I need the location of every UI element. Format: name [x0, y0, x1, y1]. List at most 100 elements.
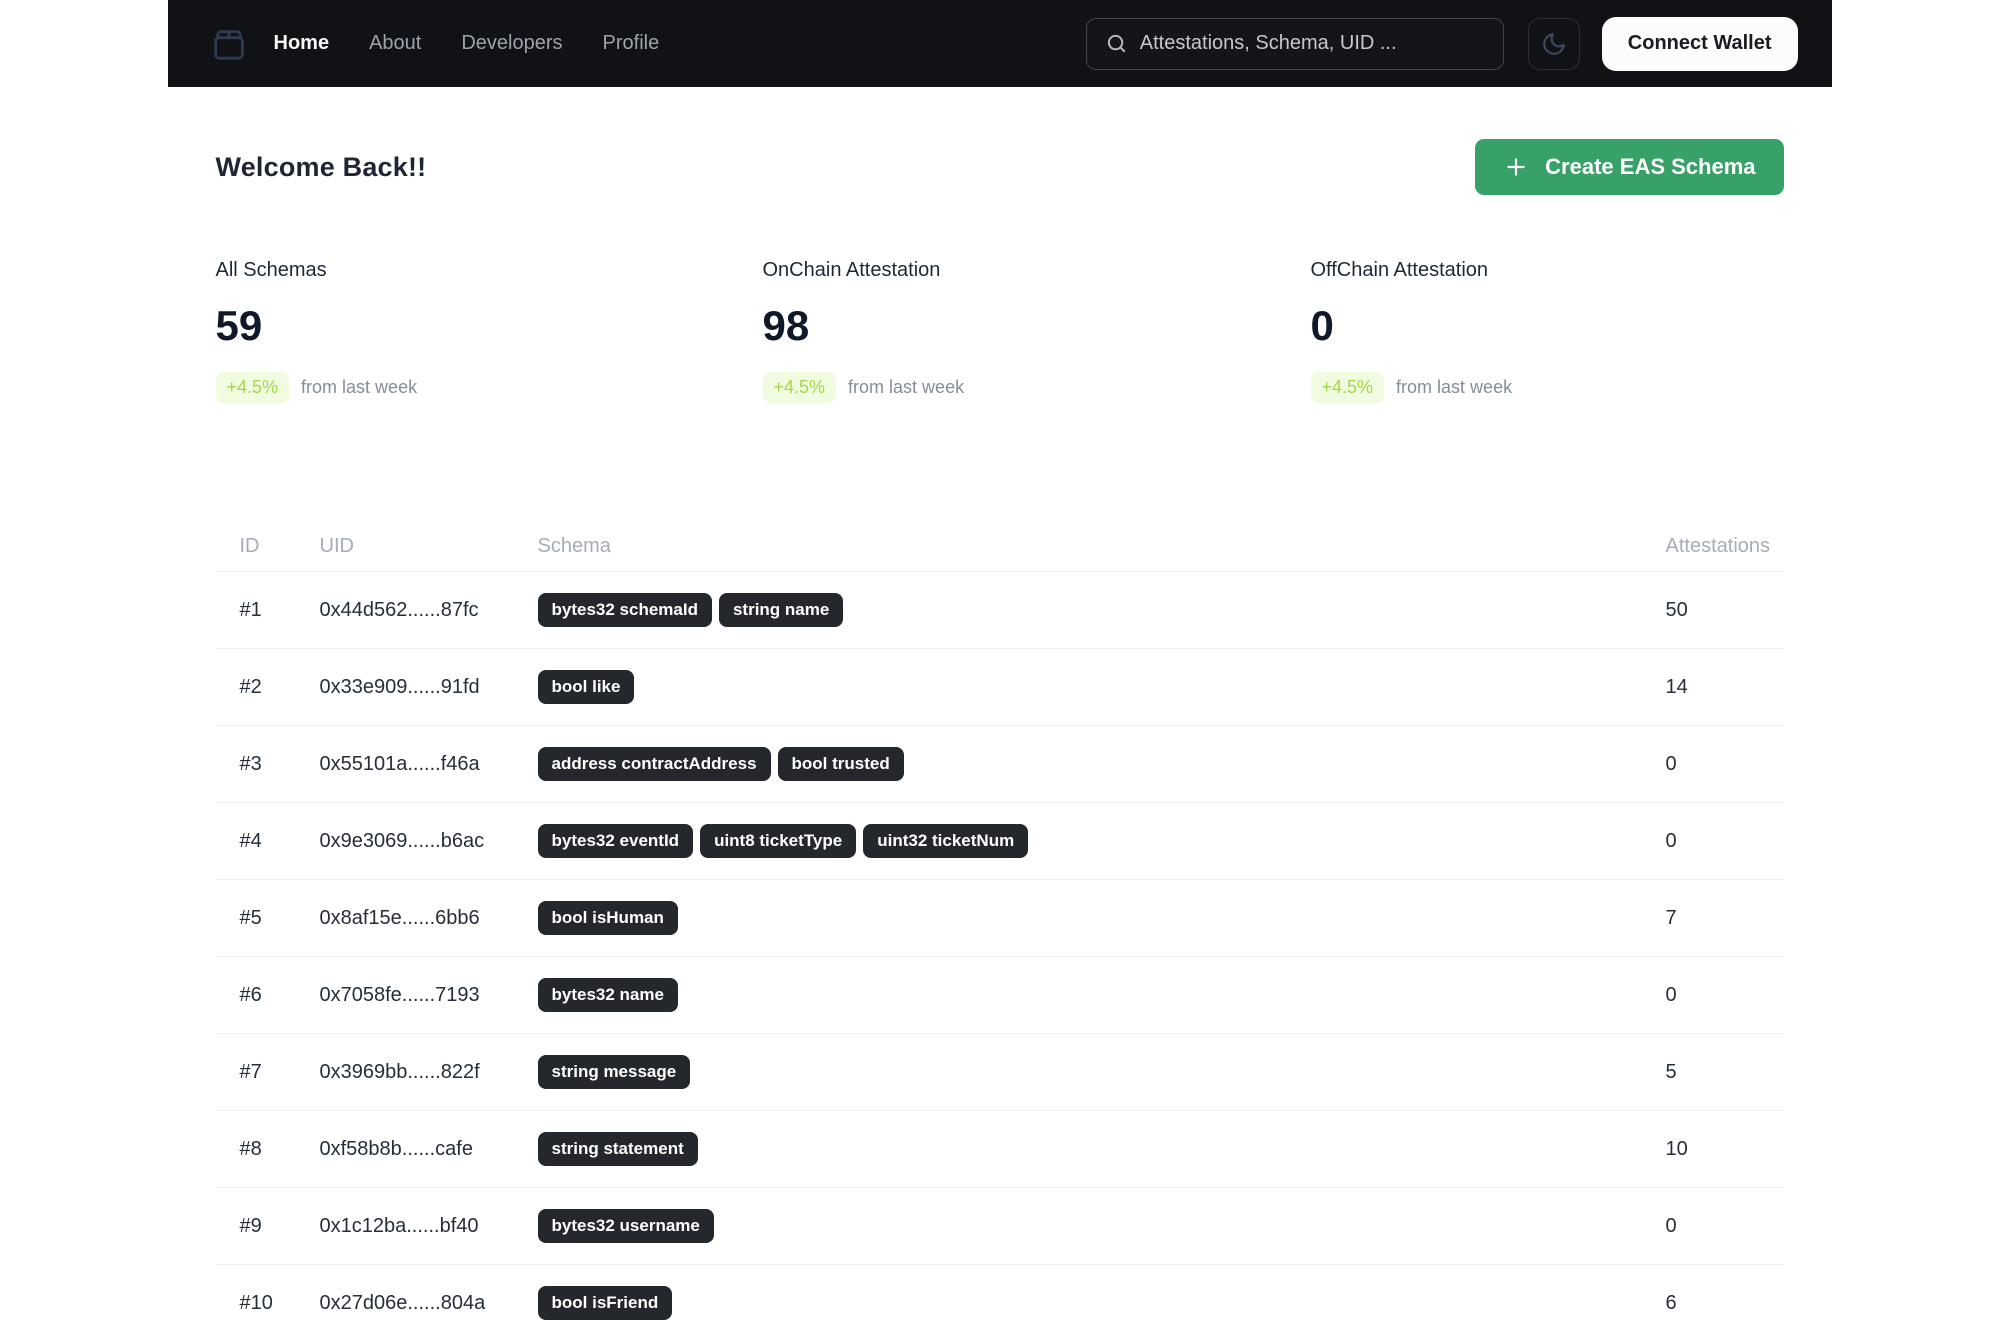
main-content: Welcome Back!! Create EAS Schema All Sch…: [168, 139, 1832, 1341]
stat-card-all-schemas: All Schemas 59 +4.5% from last week: [215, 259, 763, 403]
row-schema: bool isFriend: [537, 1286, 1666, 1320]
nav-item-developers[interactable]: Developers: [461, 32, 562, 55]
plus-icon: [1503, 154, 1529, 180]
stats-row: All Schemas 59 +4.5% from last week OnCh…: [215, 259, 1784, 403]
nav-links: Home About Developers Profile: [274, 32, 660, 55]
row-id: #8: [239, 1137, 262, 1160]
table-row[interactable]: #3 0x55101a......f46a address contractAd…: [215, 725, 1784, 802]
nav-item-profile[interactable]: Profile: [603, 32, 660, 55]
schema-badge: bool isFriend: [537, 1286, 673, 1320]
stat-label: All Schemas: [215, 259, 327, 281]
stat-note: from last week: [301, 377, 418, 397]
schemas-table: ID UID Schema Attestations #1 0x44d562..…: [215, 521, 1784, 1341]
stat-note: from last week: [1396, 377, 1513, 397]
table-row[interactable]: #8 0xf58b8b......cafe string statement 1…: [215, 1110, 1784, 1187]
row-schema: string message: [537, 1055, 1666, 1089]
schema-badge: bool trusted: [777, 747, 904, 781]
row-uid: 0x44d562......87fc: [319, 598, 479, 621]
row-schema: bool isHuman: [537, 901, 1666, 935]
table-row[interactable]: #9 0x1c12ba......bf40 bytes32 username 0: [215, 1187, 1784, 1264]
schema-badge: bytes32 name: [537, 978, 678, 1012]
stat-label: OnChain Attestation: [762, 259, 941, 281]
create-eas-schema-button[interactable]: Create EAS Schema: [1475, 139, 1784, 195]
row-schema: address contractAddress bool trusted: [537, 747, 1666, 781]
row-id: #7: [239, 1060, 262, 1083]
schema-badge: bytes32 username: [537, 1209, 714, 1243]
nav-item-home[interactable]: Home: [274, 32, 330, 55]
row-uid: 0x3969bb......822f: [319, 1060, 480, 1083]
column-header-id: ID: [239, 534, 260, 557]
schema-badge: address contractAddress: [537, 747, 771, 781]
row-id: #9: [239, 1214, 262, 1237]
row-schema: bool like: [537, 670, 1666, 704]
row-schema: bytes32 eventId uint8 ticketType uint32 ti…: [537, 824, 1666, 858]
delta-badge: +4.5%: [762, 372, 837, 403]
row-uid: 0x33e909......91fd: [319, 675, 480, 698]
stat-value: 98: [762, 302, 810, 349]
stat-value: 0: [1310, 302, 1334, 349]
delta-badge: +4.5%: [1310, 372, 1385, 403]
theme-toggle-button[interactable]: [1527, 17, 1580, 70]
delta-badge: +4.5%: [215, 372, 290, 403]
row-attestations: 10: [1665, 1137, 1688, 1160]
package-icon: [209, 24, 249, 64]
table-body: #1 0x44d562......87fc bytes32 schemaId st…: [215, 571, 1784, 1341]
row-attestations: 0: [1665, 983, 1677, 1006]
row-id: #2: [239, 675, 262, 698]
schema-badge: string name: [718, 593, 844, 627]
stat-card-offchain-attestation: OffChain Attestation 0 +4.5% from last w…: [1310, 259, 1784, 403]
schema-badge: bytes32 eventId: [537, 824, 694, 858]
row-attestations: 0: [1665, 1214, 1677, 1237]
table-row[interactable]: #2 0x33e909......91fd bool like 14: [215, 648, 1784, 725]
row-schema: bytes32 schemaId string name: [537, 593, 1666, 627]
column-header-attestations: Attestations: [1665, 534, 1771, 557]
stat-value: 59: [215, 302, 263, 349]
create-button-label: Create EAS Schema: [1545, 154, 1756, 179]
row-schema: string statement: [537, 1132, 1666, 1166]
row-uid: 0x27d06e......804a: [319, 1291, 486, 1314]
row-id: #1: [239, 598, 262, 621]
table-row[interactable]: #4 0x9e3069......b6ac bytes32 eventId uin…: [215, 802, 1784, 879]
row-attestations: 0: [1665, 829, 1677, 852]
row-id: #4: [239, 829, 262, 852]
row-uid: 0x1c12ba......bf40: [319, 1214, 479, 1237]
table-header: ID UID Schema Attestations: [216, 521, 1784, 571]
row-uid: 0x55101a......f46a: [319, 752, 480, 775]
row-attestations: 6: [1665, 1291, 1677, 1314]
schema-badge: string statement: [537, 1132, 698, 1166]
table-row[interactable]: #1 0x44d562......87fc bytes32 schemaId st…: [215, 571, 1784, 648]
search-icon: [1105, 32, 1128, 55]
table-row[interactable]: #10 0x27d06e......804a bool isFriend 6: [215, 1264, 1784, 1341]
row-attestations: 7: [1665, 906, 1677, 929]
app-logo[interactable]: [208, 23, 250, 65]
row-schema: bytes32 username: [537, 1209, 1666, 1243]
navbar: Home About Developers Profile Connect Wa…: [167, 0, 1832, 87]
row-uid: 0x9e3069......b6ac: [319, 829, 485, 852]
stat-card-onchain-attestation: OnChain Attestation 98 +4.5% from last w…: [762, 259, 1311, 403]
column-header-uid: UID: [319, 534, 354, 557]
table-row[interactable]: #7 0x3969bb......822f string message 5: [215, 1033, 1784, 1110]
connect-wallet-button[interactable]: Connect Wallet: [1601, 16, 1798, 71]
row-uid: 0x7058fe......7193: [319, 983, 480, 1006]
page-title: Welcome Back!!: [215, 151, 427, 182]
search-box[interactable]: [1085, 17, 1504, 70]
app-shell: Home About Developers Profile Connect Wa…: [167, 0, 1832, 1341]
search-input[interactable]: [1139, 32, 1485, 55]
row-attestations: 14: [1665, 675, 1688, 698]
schema-badge: uint32 ticketNum: [863, 824, 1029, 858]
row-id: #5: [239, 906, 262, 929]
moon-icon: [1541, 31, 1567, 57]
column-header-schema: Schema: [537, 534, 611, 557]
schema-badge: bytes32 schemaId: [537, 593, 712, 627]
row-attestations: 0: [1665, 752, 1677, 775]
schema-badge: uint8 ticketType: [700, 824, 857, 858]
schema-badge: bool isHuman: [537, 901, 678, 935]
table-row[interactable]: #6 0x7058fe......7193 bytes32 name 0: [215, 956, 1784, 1033]
welcome-row: Welcome Back!! Create EAS Schema: [216, 139, 1784, 195]
table-row[interactable]: #5 0x8af15e......6bb6 bool isHuman 7: [215, 879, 1784, 956]
schema-badge: string message: [537, 1055, 691, 1089]
row-uid: 0xf58b8b......cafe: [319, 1137, 473, 1160]
nav-item-about[interactable]: About: [369, 32, 421, 55]
row-attestations: 50: [1665, 598, 1688, 621]
row-uid: 0x8af15e......6bb6: [319, 906, 480, 929]
